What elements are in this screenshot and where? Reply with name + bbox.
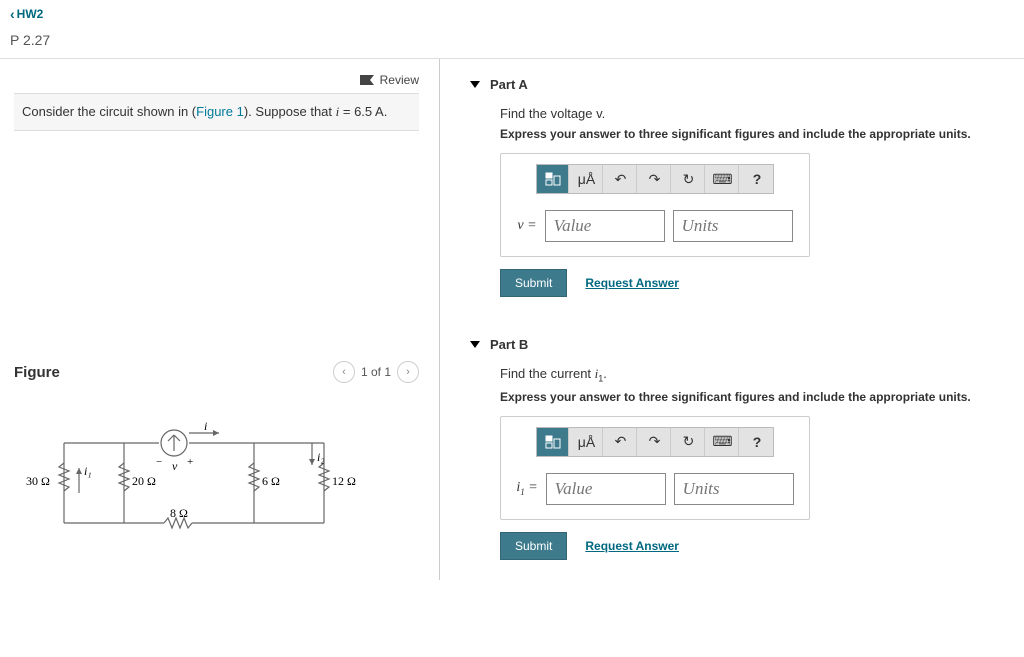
value-input-a[interactable]: [545, 210, 665, 242]
eq-label-a: v =: [517, 218, 536, 234]
eq-label-b: i1 =: [516, 480, 537, 497]
symbols-button[interactable]: μÅ: [571, 165, 603, 193]
svg-text:+: +: [187, 456, 193, 468]
circuit-diagram: i i₁ i₂ − v + 30 Ω 20 Ω 6 Ω 12 Ω 8 Ω: [14, 413, 419, 557]
help-button[interactable]: ?: [741, 428, 773, 456]
pager-prev-button[interactable]: ‹: [333, 361, 355, 383]
units-input-b[interactable]: [674, 473, 794, 505]
svg-text:i₁: i₁: [84, 464, 92, 478]
value-input-b[interactable]: [546, 473, 666, 505]
symbols-button[interactable]: μÅ: [571, 428, 603, 456]
keyboard-button[interactable]: ⌨: [707, 165, 739, 193]
pager-next-button[interactable]: ›: [397, 361, 419, 383]
part-b-prompt: Find the current i1.: [500, 366, 1014, 384]
svg-text:v: v: [172, 459, 178, 473]
toolbar-a: μÅ ↶ ↷ ↻ ⌨ ?: [536, 164, 774, 194]
figure-pager: ‹ 1 of 1 ›: [333, 361, 419, 383]
svg-text:8 Ω: 8 Ω: [170, 506, 188, 520]
submit-button-a[interactable]: Submit: [500, 269, 567, 297]
svg-text:20 Ω: 20 Ω: [132, 474, 156, 488]
undo-button[interactable]: ↶: [605, 165, 637, 193]
svg-text:30 Ω: 30 Ω: [26, 474, 50, 488]
redo-button[interactable]: ↷: [639, 165, 671, 193]
figure-link[interactable]: Figure 1: [196, 104, 244, 119]
units-input-a[interactable]: [673, 210, 793, 242]
request-answer-b[interactable]: Request Answer: [585, 539, 679, 553]
part-a-instruction: Express your answer to three significant…: [500, 127, 1014, 141]
reset-button[interactable]: ↻: [673, 428, 705, 456]
submit-button-b[interactable]: Submit: [500, 532, 567, 560]
part-a-answer-block: μÅ ↶ ↷ ↻ ⌨ ? v =: [500, 153, 810, 257]
problem-statement: Consider the circuit shown in (Figure 1)…: [14, 93, 419, 131]
svg-text:6 Ω: 6 Ω: [262, 474, 280, 488]
problem-title: P 2.27: [0, 28, 1024, 58]
flag-icon: [360, 75, 374, 85]
back-label: HW2: [17, 7, 44, 21]
request-answer-a[interactable]: Request Answer: [585, 276, 679, 290]
part-a-header[interactable]: Part A: [470, 77, 1014, 92]
svg-text:12 Ω: 12 Ω: [332, 474, 356, 488]
svg-text:−: −: [156, 456, 162, 468]
help-button[interactable]: ?: [741, 165, 773, 193]
part-b: Part B Find the current i1. Express your…: [470, 337, 1014, 560]
part-b-instruction: Express your answer to three significant…: [500, 390, 1014, 404]
review-link[interactable]: Review: [380, 73, 419, 87]
part-b-header[interactable]: Part B: [470, 337, 1014, 352]
part-b-answer-block: μÅ ↶ ↷ ↻ ⌨ ? i1 =: [500, 416, 810, 520]
chevron-left-icon: ‹: [10, 6, 15, 22]
part-a-prompt: Find the voltage v.: [500, 106, 1014, 121]
pager-text: 1 of 1: [361, 365, 391, 379]
collapse-icon: [470, 341, 480, 348]
part-a: Part A Find the voltage v. Express your …: [470, 77, 1014, 297]
svg-text:i: i: [204, 419, 207, 433]
svg-text:i₂: i₂: [317, 450, 325, 464]
templates-button[interactable]: [537, 165, 569, 193]
collapse-icon: [470, 81, 480, 88]
left-pane: Review Consider the circuit shown in (Fi…: [0, 59, 440, 580]
redo-button[interactable]: ↷: [639, 428, 671, 456]
keyboard-button[interactable]: ⌨: [707, 428, 739, 456]
undo-button[interactable]: ↶: [605, 428, 637, 456]
right-pane: Part A Find the voltage v. Express your …: [440, 59, 1024, 580]
templates-button[interactable]: [537, 428, 569, 456]
figure-heading: Figure: [14, 364, 60, 381]
reset-button[interactable]: ↻: [673, 165, 705, 193]
toolbar-b: μÅ ↶ ↷ ↻ ⌨ ?: [536, 427, 774, 457]
back-link[interactable]: ‹ HW2: [10, 6, 43, 22]
